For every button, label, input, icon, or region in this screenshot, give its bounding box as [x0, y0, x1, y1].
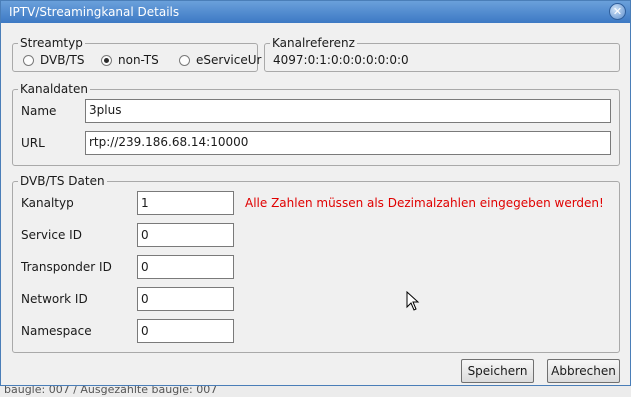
namespace-field[interactable]: 0 [137, 319, 234, 343]
network-id-field[interactable]: 0 [137, 287, 234, 311]
namespace-label: Namespace [21, 324, 92, 338]
service-id-field[interactable]: 0 [137, 223, 234, 247]
radio-label: eServiceUr [196, 53, 262, 67]
validation-message: Alle Zahlen müssen als Dezimalzahlen ein… [245, 196, 604, 210]
kanalreferenz-value: 4097:0:1:0:0:0:0:0:0:0 [273, 53, 409, 67]
channel-details-dialog: IPTV/Streamingkanal Details ✕ Streamtyp … [0, 0, 631, 386]
radio-eserviceur[interactable]: eServiceUr [179, 52, 261, 68]
kanaldaten-legend: Kanaldaten [20, 82, 88, 96]
close-icon[interactable]: ✕ [609, 3, 626, 20]
radio-nonts[interactable]: non-TS [101, 52, 159, 68]
name-label: Name [21, 104, 57, 118]
streamtyp-legend: Streamtyp [20, 36, 83, 50]
save-button[interactable]: Speichern [461, 359, 534, 383]
dvbts-legend: DVB/TS Daten [20, 174, 105, 188]
url-field[interactable]: rtp://239.186.68.14:10000 [85, 131, 611, 155]
window-title: IPTV/Streamingkanal Details [9, 5, 180, 19]
radio-button[interactable] [23, 54, 34, 66]
name-field[interactable]: 3plus [85, 99, 611, 123]
radio-button[interactable] [179, 54, 190, 66]
network-id-label: Network ID [21, 292, 88, 306]
url-label: URL [21, 136, 45, 150]
radio-button[interactable] [101, 54, 112, 66]
kanaltyp-field[interactable]: 1 [137, 191, 234, 215]
service-id-label: Service ID [21, 228, 82, 242]
transponder-id-label: Transponder ID [21, 260, 112, 274]
transponder-id-field[interactable]: 0 [137, 255, 234, 279]
radio-dvbts[interactable]: DVB/TS [23, 52, 84, 68]
title-bar[interactable]: IPTV/Streamingkanal Details ✕ [1, 1, 630, 23]
kanaltyp-label: Kanaltyp [21, 196, 74, 210]
kanalreferenz-legend: Kanalreferenz [272, 36, 355, 50]
radio-label: non-TS [118, 53, 159, 67]
cancel-button[interactable]: Abbrechen [547, 359, 620, 383]
mouse-cursor-icon [406, 291, 420, 311]
radio-label: DVB/TS [40, 53, 85, 67]
